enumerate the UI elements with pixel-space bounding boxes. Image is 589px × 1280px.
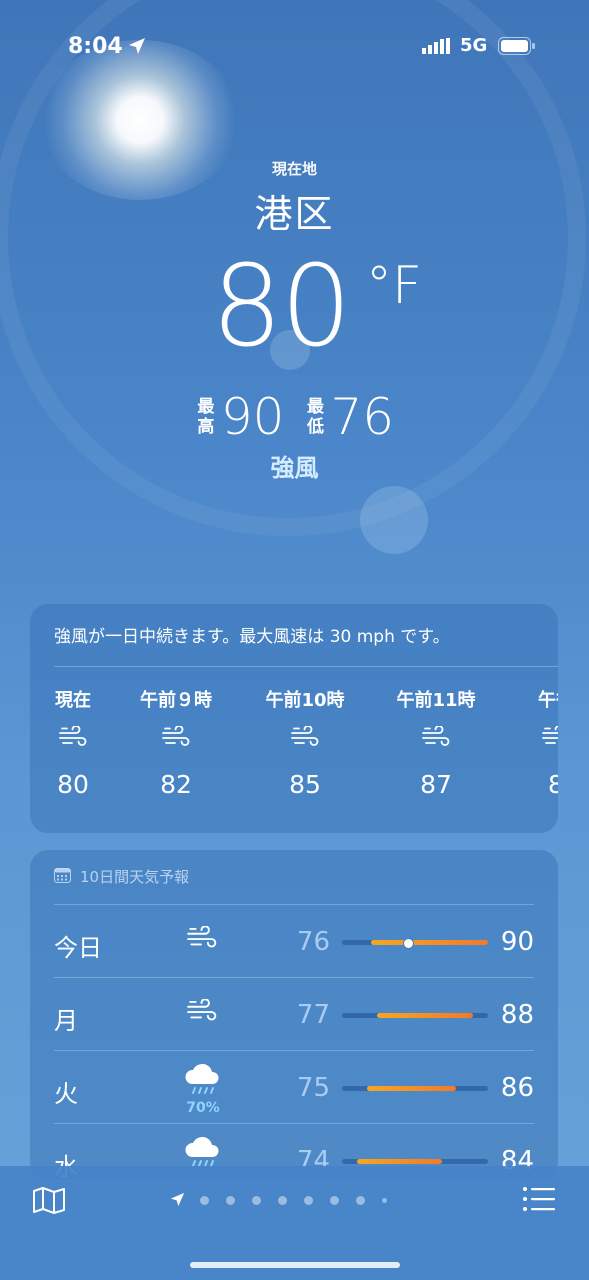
day-low: 76: [296, 927, 330, 957]
signal-icon: [422, 38, 450, 54]
hour-temperature: 87: [420, 770, 452, 799]
hour-time: 午後: [538, 690, 558, 711]
wind-icon: [59, 725, 87, 746]
city-name: 港区: [254, 192, 335, 236]
location-header: 現在地 港区: [0, 158, 589, 238]
hour-temperature: 85: [289, 770, 321, 799]
wind-icon: [162, 725, 190, 746]
day-name: 火: [54, 1080, 78, 1108]
temperature-range-bar: [342, 1159, 488, 1164]
page-dot[interactable]: [278, 1196, 287, 1205]
day-high: 90: [500, 927, 534, 957]
location-arrow-icon: [129, 38, 145, 54]
hourly-item: 午後 8: [501, 686, 558, 799]
location-label: 現在地: [271, 160, 317, 178]
bottom-toolbar: [0, 1166, 589, 1280]
page-dot[interactable]: [252, 1196, 261, 1205]
high-label-char-2: 高: [197, 416, 215, 437]
hour-temperature: 82: [160, 770, 192, 799]
wind-icon: [291, 725, 319, 746]
daily-forecast-card[interactable]: 10日間天気予報 今日7690月7788火70%7586水7484: [30, 850, 558, 1180]
high-low: 最高 90 最低 76: [0, 384, 589, 446]
hourly-forecast-card[interactable]: 強風が一日中続きます。最大風速は 30 mph です。 現在 80 午前９時 82 午前…: [30, 604, 558, 833]
wind-icon: [187, 998, 217, 1021]
page-dot[interactable]: [226, 1196, 235, 1205]
hourly-item: 午前10時 85: [250, 686, 360, 799]
map-icon[interactable]: [32, 1186, 66, 1214]
battery-icon: [498, 37, 535, 55]
network-type: 5G: [460, 35, 488, 56]
divider: [54, 666, 558, 667]
hour-time: 現在: [55, 690, 91, 711]
rain-cloud-icon: [185, 1063, 219, 1094]
high-label-char-1: 最: [197, 396, 215, 417]
temperature-value: 80: [211, 242, 352, 372]
hourly-item: 午前９時 82: [121, 686, 231, 799]
day-low: 77: [296, 1000, 330, 1030]
temperature-range-bar: [342, 1086, 488, 1091]
page-dot[interactable]: [382, 1198, 387, 1203]
temperature-range-bar: [342, 1013, 488, 1018]
calendar-icon: [54, 868, 71, 883]
wind-icon: [187, 925, 217, 948]
hour-temperature: 8: [548, 770, 558, 799]
rain-cloud-icon: [185, 1136, 219, 1167]
precipitation-chance: 70%: [186, 1100, 220, 1116]
temperature-range-bar: [342, 938, 488, 949]
status-time: 8:04: [68, 34, 123, 59]
temperature-range-fill: [377, 1013, 473, 1018]
day-low: 75: [296, 1073, 330, 1103]
hour-time: 午前11時: [396, 690, 476, 711]
page-dot[interactable]: [356, 1196, 365, 1205]
hourly-item: 現在 80: [30, 686, 128, 799]
weather-condition: 強風: [270, 454, 319, 482]
page-dot[interactable]: [200, 1196, 209, 1205]
list-icon[interactable]: [522, 1186, 556, 1212]
temperature-range-fill: [357, 1159, 442, 1164]
temperature-unit: °F: [366, 256, 422, 316]
hour-time: 午前10時: [265, 690, 345, 711]
hour-time: 午前９時: [140, 690, 212, 711]
hourly-item: 午前11時 87: [381, 686, 491, 799]
location-arrow-icon: [170, 1192, 185, 1207]
status-bar: 8:04 5G: [0, 34, 589, 64]
wind-icon: [542, 725, 558, 744]
temperature-range-fill: [371, 940, 488, 945]
current-temperature: 80 °F: [0, 242, 589, 372]
low-label: 最低: [305, 397, 327, 437]
low-label-char-2: 低: [307, 416, 324, 437]
temperature-range-fill: [367, 1086, 456, 1091]
day-row[interactable]: 月 77 88: [54, 977, 534, 1050]
home-indicator[interactable]: [190, 1262, 400, 1268]
day-name: 月: [54, 1007, 78, 1035]
lens-flare: [360, 486, 428, 554]
day-high: 88: [500, 1000, 534, 1030]
daily-forecast-title: 10日間天気予報: [80, 868, 190, 886]
day-high: 86: [500, 1073, 534, 1103]
low-value: 76: [330, 387, 395, 446]
divider: [54, 977, 534, 978]
current-temp-dot: [403, 938, 414, 949]
day-name: 今日: [54, 934, 102, 962]
divider: [54, 1123, 534, 1124]
divider: [54, 1050, 534, 1051]
day-row[interactable]: 火 70% 75 86: [54, 1050, 534, 1123]
wind-icon: [422, 725, 450, 746]
day-row[interactable]: 今日 76 90: [54, 904, 534, 977]
high-value: 90: [220, 387, 285, 446]
page-dot[interactable]: [330, 1196, 339, 1205]
high-label: 最高: [195, 397, 217, 437]
hour-temperature: 80: [57, 770, 89, 799]
page-dot[interactable]: [304, 1196, 313, 1205]
low-label-char-1: 最: [307, 396, 324, 417]
hourly-summary: 強風が一日中続きます。最大風速は 30 mph です。: [54, 627, 450, 647]
divider: [54, 904, 534, 905]
